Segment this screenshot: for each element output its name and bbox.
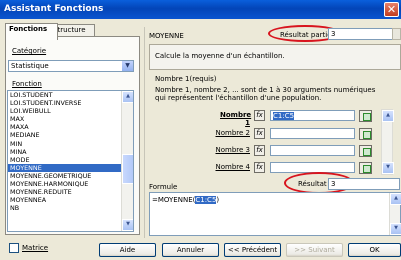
close-button[interactable]: ✕ xyxy=(384,2,399,17)
partial-result-value: 3 xyxy=(328,28,400,40)
title-bar: Assistant Fonctions xyxy=(0,0,401,19)
tab-fonctions-label: Fonctions xyxy=(9,25,48,33)
help-button[interactable]: Aide xyxy=(99,243,156,257)
fx-icon[interactable]: fx xyxy=(254,128,265,139)
cancel-button[interactable]: Annuler xyxy=(162,243,219,257)
scroll-down-icon[interactable]: ▼ xyxy=(382,162,394,174)
arg-label-1: Nombre 1 xyxy=(220,111,252,127)
function-name: MOYENNE xyxy=(149,32,184,40)
function-list-item[interactable]: LOI.WEIBULL xyxy=(8,107,133,115)
function-list[interactable]: LOI.STUDENT LOI.STUDENT.INVERSE LOI.WEIBUL… xyxy=(7,90,134,232)
category-value: Statistique xyxy=(11,62,49,70)
shrink-icon[interactable] xyxy=(359,128,372,140)
chevron-down-icon[interactable]: ▼ xyxy=(121,61,133,71)
function-list-item[interactable]: LOI.STUDENT xyxy=(8,91,133,99)
fx-icon[interactable]: fx xyxy=(254,110,265,121)
function-list-item[interactable]: MOYENNE.HARMONIQUE xyxy=(8,180,133,188)
formula-label: Formule xyxy=(149,183,178,191)
category-select[interactable]: Statistique ▼ xyxy=(8,60,134,72)
function-list-item[interactable]: MIN xyxy=(8,140,133,148)
function-label: Fonction xyxy=(12,80,42,88)
partial-result-label: Résultat partiel xyxy=(280,31,334,39)
fx-icon[interactable]: fx xyxy=(254,145,265,156)
function-list-item[interactable]: MOYENNE.GEOMETRIQUE xyxy=(8,172,133,180)
scroll-down-icon[interactable]: ▼ xyxy=(122,219,133,231)
function-list-item[interactable]: MOYENNEA xyxy=(8,196,133,204)
tab-fonctions[interactable]: Fonctions xyxy=(5,23,58,40)
previous-button[interactable]: << Précédent xyxy=(224,243,281,257)
arg-label-3: Nombre 3 xyxy=(215,146,251,154)
close-icon: ✕ xyxy=(386,3,397,16)
function-list-item[interactable]: MAX xyxy=(8,115,133,123)
fx-icon[interactable]: fx xyxy=(254,162,265,173)
function-list-item[interactable]: NB xyxy=(8,204,133,212)
function-list-item[interactable]: MOYENNE xyxy=(8,163,133,172)
result-value: 3 xyxy=(328,178,400,190)
scroll-thumb[interactable] xyxy=(122,154,133,184)
panel-divider xyxy=(144,27,145,241)
function-list-item[interactable]: MINA xyxy=(8,148,133,156)
partial-result-scroll xyxy=(392,28,401,40)
function-list-scrollbar[interactable]: ▲ ▼ xyxy=(121,91,133,231)
argument-title: Nombre 1(requis) xyxy=(155,75,217,83)
window-title: Assistant Fonctions xyxy=(4,4,104,14)
arg-label-4: Nombre 4 xyxy=(215,163,251,171)
function-list-item[interactable]: MAXA xyxy=(8,123,133,131)
function-list-item[interactable]: MEDIANE xyxy=(8,131,133,139)
result-label: Résultat xyxy=(298,180,327,188)
shrink-icon[interactable] xyxy=(359,110,372,122)
arg-input-1-value: C1:C5 xyxy=(273,112,295,120)
function-description: Calcule la moyenne d'un échantillon. xyxy=(155,52,285,60)
scroll-up-icon[interactable]: ▲ xyxy=(382,110,394,122)
scroll-down-icon[interactable]: ▼ xyxy=(390,223,401,235)
arg-input-2[interactable] xyxy=(270,128,355,139)
shrink-icon[interactable] xyxy=(359,162,372,174)
arg-input-1[interactable]: C1:C5 xyxy=(270,110,355,121)
formula-text: =MOYENNE(C1:C5) xyxy=(152,196,220,204)
function-list-items: LOI.STUDENT LOI.STUDENT.INVERSE LOI.WEIBUL… xyxy=(8,91,133,212)
category-label: Catégorie xyxy=(12,47,47,55)
formula-scrollbar[interactable]: ▲ ▼ xyxy=(389,193,401,235)
matrix-checkbox[interactable] xyxy=(9,243,19,253)
description-box: Calcule la moyenne d'un échantillon. xyxy=(149,44,401,70)
ok-button[interactable]: OK xyxy=(348,243,401,257)
formula-editor[interactable]: =MOYENNE(C1:C5) ▲ ▼ xyxy=(149,192,401,236)
scroll-up-icon[interactable]: ▲ xyxy=(122,91,133,103)
shrink-icon[interactable] xyxy=(359,145,372,157)
function-list-item[interactable]: MODE xyxy=(8,156,133,164)
scroll-up-icon[interactable]: ▲ xyxy=(390,193,401,205)
arguments-scrollbar[interactable]: ▲ ▼ xyxy=(381,109,394,175)
arg-input-3[interactable] xyxy=(270,145,355,156)
function-list-item[interactable]: LOI.STUDENT.INVERSE xyxy=(8,99,133,107)
argument-help: Nombre 1, nombre 2, ... sont de 1 à 30 a… xyxy=(155,86,376,102)
next-button[interactable]: >> Suivant xyxy=(286,243,343,257)
arg-label-2: Nombre 2 xyxy=(215,129,251,137)
matrix-label: Matrice xyxy=(22,244,49,252)
function-list-item[interactable]: MOYENNE.REDUITE xyxy=(8,188,133,196)
